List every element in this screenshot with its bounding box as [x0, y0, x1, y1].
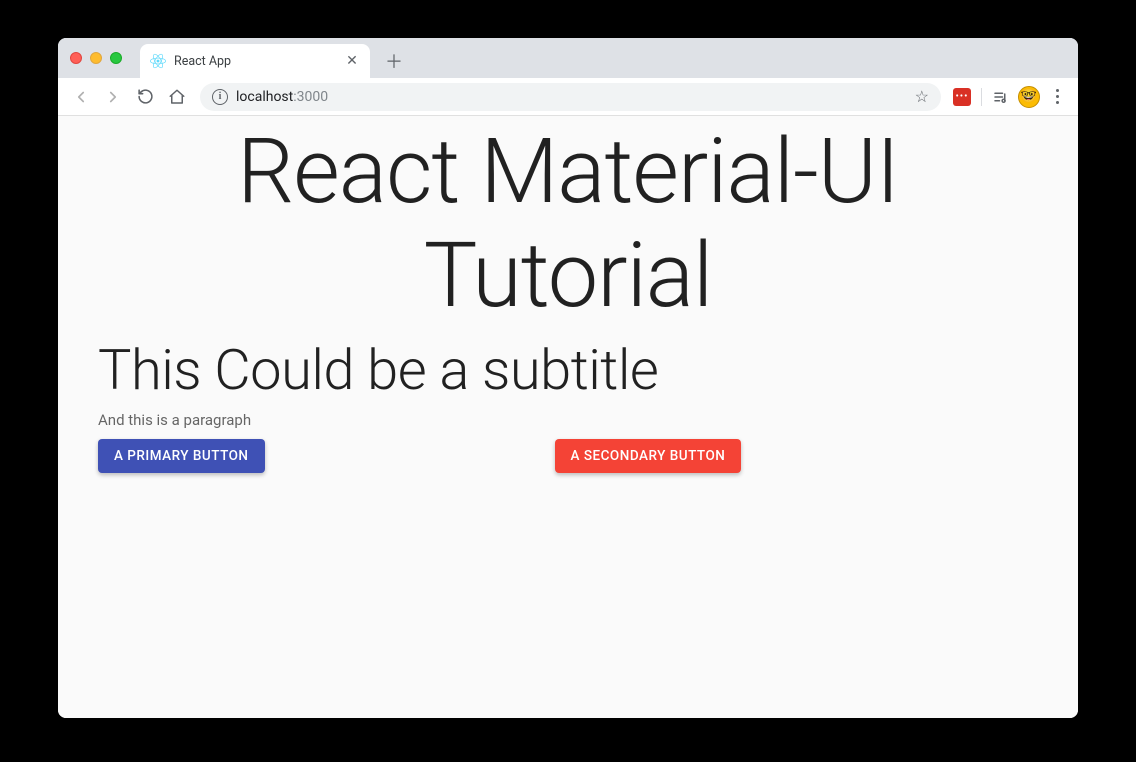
new-tab-button[interactable]: ＋ — [380, 47, 408, 75]
toolbar-separator — [981, 88, 982, 106]
page-paragraph: And this is a paragraph — [98, 411, 1038, 429]
page-subtitle: This Could be a subtitle — [98, 337, 1038, 403]
window-controls — [70, 52, 122, 64]
site-info-icon[interactable]: i — [212, 89, 228, 105]
button-row: A Primary Button A Secondary Button — [98, 439, 1038, 473]
media-control-icon[interactable] — [988, 84, 1014, 110]
url-port: :3000 — [293, 89, 328, 105]
nav-back-button[interactable] — [66, 82, 96, 112]
tab-close-icon[interactable]: ✕ — [344, 53, 360, 69]
tab-bar: React App ✕ ＋ — [58, 38, 1078, 78]
extension-lastpass-icon[interactable]: ••• — [949, 84, 975, 110]
browser-menu-button[interactable] — [1044, 84, 1070, 110]
browser-toolbar: i localhost:3000 ☆ ••• 🤓 — [58, 78, 1078, 116]
page-heading: React Material-UI Tutorial — [98, 120, 1038, 327]
address-bar[interactable]: i localhost:3000 ☆ — [200, 83, 941, 111]
window-zoom-button[interactable] — [110, 52, 122, 64]
window-close-button[interactable] — [70, 52, 82, 64]
nav-forward-button[interactable] — [98, 82, 128, 112]
secondary-button[interactable]: A Secondary Button — [555, 439, 742, 473]
react-favicon-icon — [150, 53, 166, 69]
browser-tab[interactable]: React App ✕ — [140, 44, 370, 78]
page-viewport: React Material-UI Tutorial This Could be… — [58, 116, 1078, 718]
url-host: localhost — [236, 89, 293, 105]
nav-home-button[interactable] — [162, 82, 192, 112]
tab-title: React App — [174, 54, 231, 69]
bookmark-star-icon[interactable]: ☆ — [915, 87, 929, 106]
profile-avatar[interactable]: 🤓 — [1016, 84, 1042, 110]
nav-reload-button[interactable] — [130, 82, 160, 112]
primary-button[interactable]: A Primary Button — [98, 439, 265, 473]
window-minimize-button[interactable] — [90, 52, 102, 64]
browser-window: React App ✕ ＋ i localhost:3000 ☆ ••• — [58, 38, 1078, 718]
